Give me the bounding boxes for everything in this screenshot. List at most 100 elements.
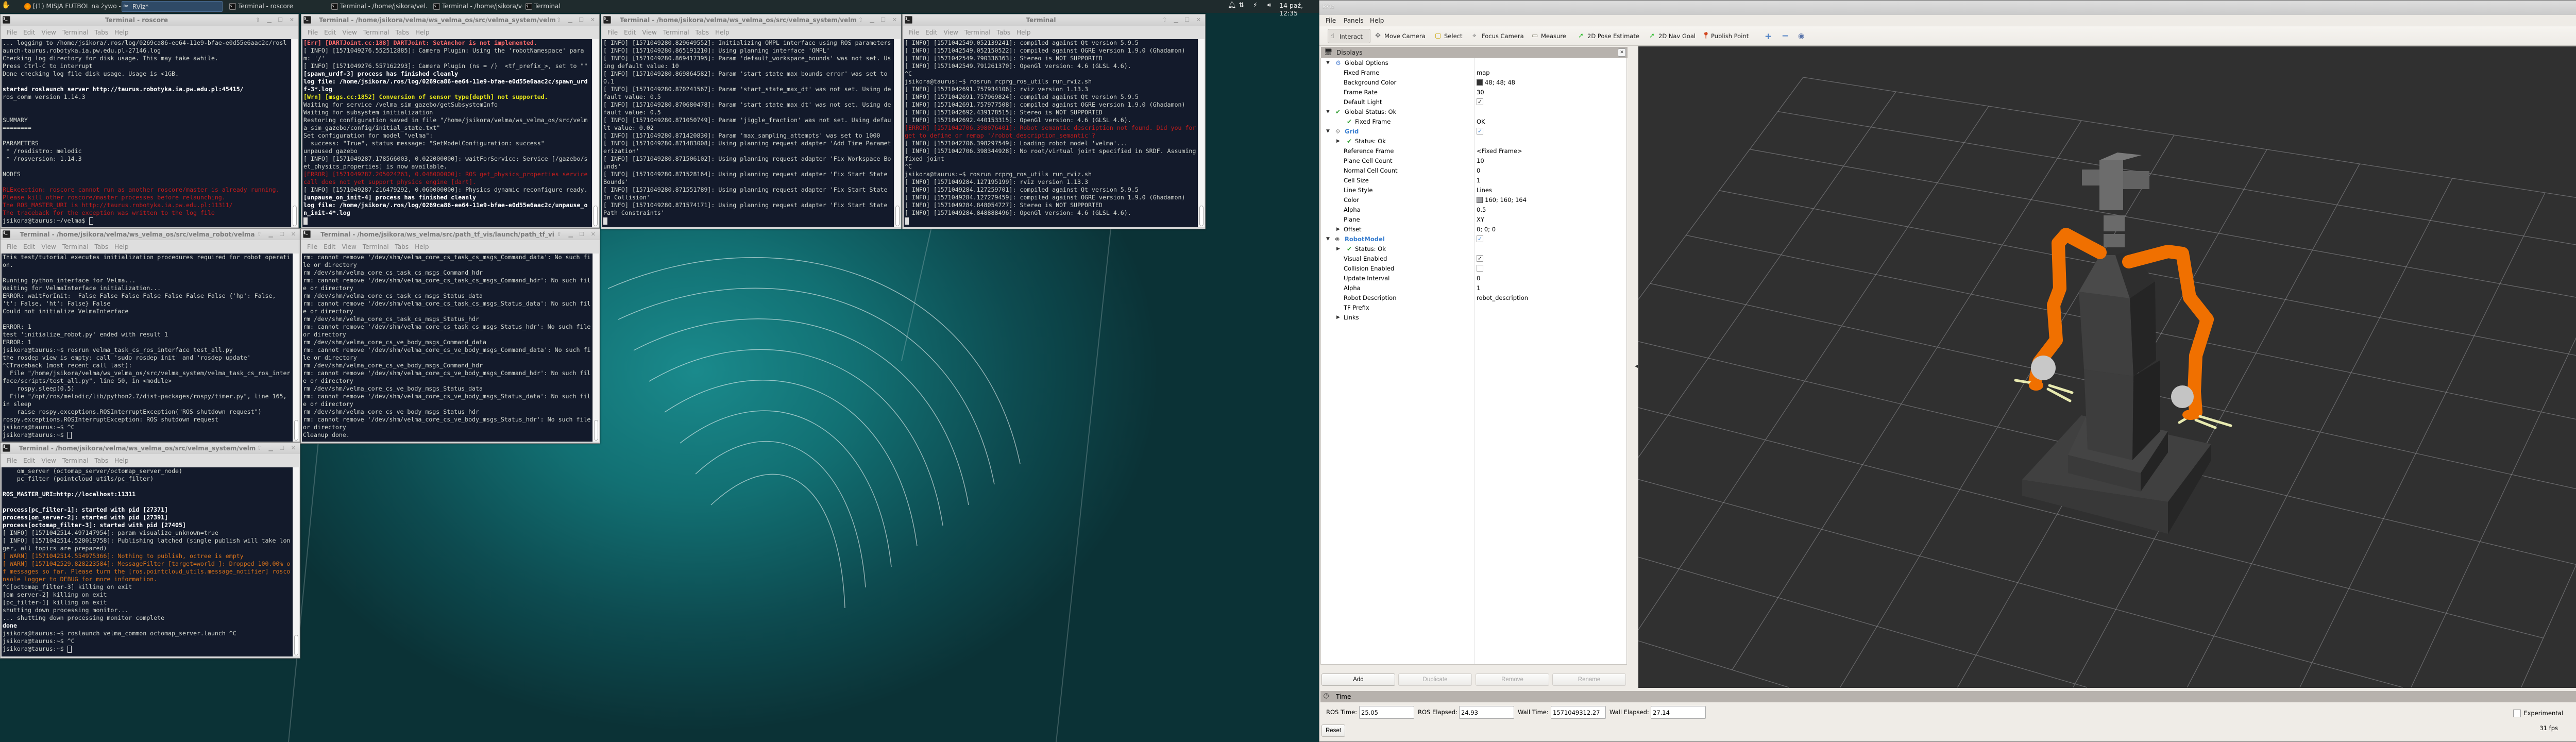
menu-edit[interactable]: Edit bbox=[919, 26, 937, 36]
menu-view[interactable]: View bbox=[636, 26, 656, 36]
menu-help[interactable]: Help bbox=[1010, 26, 1030, 36]
display-value[interactable]: robot_description bbox=[1475, 293, 1528, 303]
keep-above-button[interactable]: ⇧ bbox=[257, 229, 262, 240]
menu-tabs[interactable]: Tabs bbox=[991, 26, 1011, 36]
tool-publish-point[interactable]: 📍︎ Publish Point bbox=[1700, 29, 1749, 43]
scrollbar[interactable] bbox=[292, 39, 298, 227]
clock[interactable]: 14 paź, 12:35 bbox=[1279, 2, 1319, 17]
terminal-title-bar[interactable]: $_ Terminal - /home/jsikora/velma/ws_velm… bbox=[601, 14, 901, 26]
expand-open-icon[interactable]: ▼ bbox=[1326, 127, 1330, 137]
menu-terminal[interactable]: Terminal bbox=[657, 26, 689, 36]
reset-button[interactable]: Reset bbox=[1321, 724, 1345, 737]
maximize-button[interactable]: ☐ bbox=[1184, 14, 1190, 26]
menu-file[interactable]: File bbox=[1326, 17, 1336, 24]
experimental-checkbox[interactable] bbox=[2513, 709, 2521, 717]
menu-view[interactable]: View bbox=[335, 240, 356, 250]
power-icon[interactable]: ⚡︎ bbox=[1253, 2, 1258, 9]
scrollbar[interactable] bbox=[592, 39, 599, 227]
menu-file[interactable]: File bbox=[601, 26, 618, 36]
display-value[interactable] bbox=[1475, 264, 1483, 274]
terminal-output[interactable]: [Err] [DARTJoint.cc:188] DARTJoint: SetA… bbox=[302, 39, 592, 227]
menu-terminal[interactable]: Terminal bbox=[357, 26, 389, 36]
menu-help[interactable]: Help bbox=[108, 454, 128, 464]
taskbar-item[interactable]: $_ Terminal - roscore bbox=[228, 1, 295, 12]
menu-file[interactable]: File bbox=[1, 240, 17, 250]
menu-file[interactable]: File bbox=[903, 26, 919, 36]
close-button[interactable]: ✕ bbox=[591, 229, 596, 240]
taskbar-item[interactable]: $_Terminal - /home/jsikora/vel... bbox=[432, 1, 522, 12]
add-button[interactable]: Add bbox=[1321, 673, 1395, 686]
maximize-button[interactable]: ☐ bbox=[579, 229, 584, 240]
menu-tabs[interactable]: Tabs bbox=[89, 454, 109, 464]
display-row[interactable]: Plane Cell Count 10 bbox=[1321, 156, 1626, 166]
menu-help[interactable]: Help bbox=[1370, 17, 1384, 24]
close-button[interactable]: ✕ bbox=[291, 229, 296, 240]
display-row[interactable]: Background Color 48; 48; 48 bbox=[1321, 78, 1626, 88]
display-row[interactable]: Collision Enabled bbox=[1321, 264, 1626, 274]
maximize-button[interactable]: ☐ bbox=[880, 14, 886, 26]
display-value[interactable]: 160; 160; 164 bbox=[1475, 195, 1527, 205]
display-value[interactable]: ✓ bbox=[1475, 127, 1483, 137]
checkbox[interactable]: ✓ bbox=[1477, 128, 1483, 134]
taskbar-item[interactable]: $_ Terminal bbox=[524, 1, 575, 12]
menu-tabs[interactable]: Tabs bbox=[689, 26, 709, 36]
expand-closed-icon[interactable]: ▶ bbox=[1336, 244, 1340, 254]
minimize-button[interactable]: ▁ bbox=[1174, 14, 1178, 26]
scrollbar[interactable] bbox=[894, 39, 901, 227]
terminal-title-bar[interactable]: $_ Terminal - roscore ⇧ ▁ ☐ ✕ bbox=[1, 14, 298, 26]
terminal-title-bar[interactable]: $_ Terminal - /home/jsikora/velma/ws_velm… bbox=[1, 443, 300, 454]
tool-select[interactable]: ▢ Select bbox=[1433, 29, 1462, 43]
scrollbar-thumb[interactable] bbox=[294, 635, 298, 655]
maximize-button[interactable]: ☐ bbox=[579, 14, 584, 26]
left-splitter-arrow[interactable]: ◀ bbox=[1635, 364, 1638, 368]
menu-view[interactable]: View bbox=[336, 26, 357, 36]
menu-edit[interactable]: Edit bbox=[17, 454, 35, 464]
close-button[interactable]: ✕ bbox=[291, 443, 296, 454]
keep-above-button[interactable]: ⇧ bbox=[256, 14, 260, 26]
display-value[interactable]: 1 bbox=[1475, 176, 1480, 185]
display-value[interactable]: 48; 48; 48 bbox=[1475, 78, 1515, 88]
menu-terminal[interactable]: Terminal bbox=[56, 240, 89, 250]
menu-view[interactable]: View bbox=[937, 26, 958, 36]
keep-above-button[interactable]: ⇧ bbox=[556, 14, 561, 26]
checkbox[interactable]: ✓ bbox=[1477, 235, 1483, 242]
terminal-title-bar[interactable]: $_ Terminal - /home/jsikora/velma/ws_velm… bbox=[1, 229, 300, 240]
display-value[interactable]: 1 bbox=[1475, 283, 1480, 293]
display-row[interactable]: ▼ ⟐ Grid ✓ bbox=[1321, 127, 1626, 137]
display-row[interactable]: Line Style Lines bbox=[1321, 185, 1626, 195]
menu-terminal[interactable]: Terminal bbox=[56, 26, 89, 36]
taskbar-item[interactable]: [(1) MISJA FUTBOL na żywo - ... bbox=[23, 1, 121, 12]
checkbox[interactable]: ✓ bbox=[1477, 98, 1483, 105]
tool-2d-pose-estimate[interactable]: ➚ 2D Pose Estimate bbox=[1576, 29, 1639, 43]
display-value[interactable]: <Fixed Frame> bbox=[1475, 146, 1522, 156]
menu-file[interactable]: File bbox=[301, 26, 318, 36]
close-panel-button[interactable]: ✕ bbox=[1618, 48, 1626, 57]
display-value[interactable]: 0 bbox=[1475, 274, 1480, 283]
xfce-menu-icon[interactable]: ✋ bbox=[2, 1, 10, 9]
menu-edit[interactable]: Edit bbox=[317, 240, 335, 250]
display-row[interactable]: Alpha 1 bbox=[1321, 283, 1626, 293]
display-value[interactable]: 0.5 bbox=[1475, 205, 1486, 215]
expand-closed-icon[interactable]: ▶ bbox=[1336, 313, 1340, 323]
terminal-title-bar[interactable]: $_ Terminal - /home/jsikora/velma/ws_velm… bbox=[301, 14, 599, 26]
menu-view[interactable]: View bbox=[35, 240, 56, 250]
menu-edit[interactable]: Edit bbox=[618, 26, 636, 36]
display-row[interactable]: Normal Cell Count 0 bbox=[1321, 166, 1626, 176]
menu-terminal[interactable]: Terminal bbox=[357, 240, 389, 250]
rename-button[interactable]: Rename bbox=[1552, 673, 1626, 686]
scrollbar-thumb[interactable] bbox=[1199, 206, 1204, 226]
display-row[interactable]: ▶ ✔ Status: Ok bbox=[1321, 137, 1626, 146]
display-row[interactable]: ▶ Links bbox=[1321, 313, 1626, 323]
menu-panels[interactable]: Panels bbox=[1344, 17, 1364, 24]
menu-edit[interactable]: Edit bbox=[17, 26, 35, 36]
tool-measure[interactable]: ▭ Measure bbox=[1530, 29, 1566, 43]
display-row[interactable]: Alpha 0.5 bbox=[1321, 205, 1626, 215]
terminal-title-bar[interactable]: $_ Terminal - /home/jsikora/ws_velma/src/… bbox=[301, 229, 600, 240]
menu-help[interactable]: Help bbox=[108, 240, 128, 250]
remove-tool-icon[interactable]: − bbox=[1782, 31, 1789, 41]
display-row[interactable]: Fixed Frame map bbox=[1321, 68, 1626, 78]
bell-icon[interactable]: 🔔︎ bbox=[1228, 2, 1236, 9]
display-row[interactable]: ▼ ⚙ Global Options bbox=[1321, 58, 1626, 68]
maximize-button[interactable]: ☐ bbox=[278, 14, 283, 26]
scrollbar-thumb[interactable] bbox=[294, 420, 298, 441]
